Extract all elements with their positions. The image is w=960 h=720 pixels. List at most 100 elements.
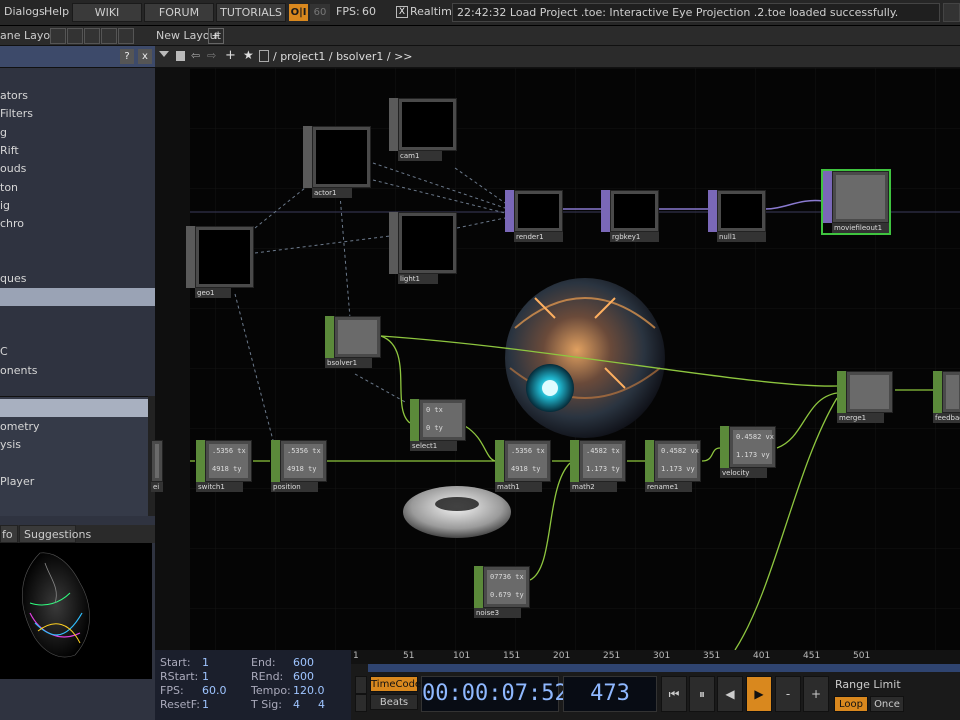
start-value[interactable]: 1 [202,656,209,669]
node-cam1[interactable]: cam1 [389,98,457,161]
chevron-down-icon[interactable] [159,51,169,57]
rstart-value[interactable]: 1 [202,670,209,683]
tsig-value-2[interactable]: 4 [318,698,325,711]
palette-item[interactable]: ators [0,87,155,105]
wiki-button[interactable]: WIKI [72,3,142,22]
palette-item[interactable]: onents [0,362,155,380]
menu-help[interactable]: Help [44,5,69,18]
node-feedback[interactable]: feedbac [933,371,960,423]
sublist-item[interactable] [0,455,148,473]
node-select1[interactable]: 0 tx 0 ty select1 [410,399,466,451]
once-button[interactable]: Once [870,696,904,712]
step-minus-button[interactable]: - [775,676,801,712]
sublist-item[interactable] [0,399,148,417]
node-math2[interactable]: .4582 tx 1.173 ty math2 [570,440,626,492]
layout-split-icon[interactable] [67,28,83,44]
add-icon[interactable]: + [225,48,236,63]
oi-toggle[interactable]: O|I [289,4,308,21]
node-rgbkey1[interactable]: rgbkey1 [601,190,659,242]
beats-side-icon[interactable] [355,694,367,712]
node-velocity[interactable]: 0.4582 vx 1.173 vy velocity [720,426,776,478]
network-editor[interactable]: cam1 actor1 light1 geo1 render1 rgbkey1 … [151,68,960,650]
step-plus-button[interactable]: + [803,676,829,712]
ruler-tick-label: 301 [653,651,671,661]
tab-suggestions[interactable]: Suggestions [19,525,91,543]
tempo-value[interactable]: 120.0 [293,684,325,697]
loop-button[interactable]: Loop [834,696,868,712]
palette-item[interactable]: Filters [0,105,155,123]
rewind-icon[interactable]: ⏮ [661,676,687,712]
forum-button[interactable]: FORUM [144,3,214,22]
play-icon[interactable]: ▶ [746,676,772,712]
timecode-button[interactable]: TimeCode [370,676,421,692]
message-menu-button[interactable] [943,3,960,22]
node-merge1[interactable]: merge1 [837,371,893,423]
layout-col-icon[interactable] [118,28,134,44]
sublist-item[interactable]: Player [0,473,148,491]
palette-item[interactable]: Rift [0,142,155,160]
network-path[interactable]: / project1 / bsolver1 / >> [273,50,413,63]
add-layout-button[interactable]: + [208,28,224,44]
help-button[interactable]: ? [120,49,134,64]
stop-icon[interactable] [176,51,185,61]
fps-setting-value[interactable]: 60.0 [202,684,227,697]
layout-single-icon[interactable] [50,28,66,44]
parent-icon[interactable] [259,50,269,62]
realtime-checkbox[interactable]: X [396,6,408,18]
end-value[interactable]: 600 [293,656,314,669]
palette-item[interactable]: ouds [0,160,155,178]
layout-quad-icon[interactable] [84,28,100,44]
palette-item[interactable]: C [0,343,155,361]
step-back-icon[interactable]: ◀ [717,676,743,712]
sublist-item[interactable]: ysis [0,436,148,454]
star-icon[interactable]: ★ [243,48,254,62]
preview-heart-image [22,552,90,658]
node-edge[interactable]: ei [151,440,167,492]
node-actor1[interactable]: actor1 [303,126,371,198]
node-geo1[interactable]: geo1 [186,226,254,298]
timecode-display[interactable]: 00:00:07:52 [421,676,568,712]
palette-item[interactable]: ton [0,179,155,197]
rend-value[interactable]: 600 [293,670,314,683]
ruler-tick-label: 251 [603,651,621,661]
node-switch1[interactable]: .5356 tx 4918 ty switch1 [196,440,252,492]
node-bsolver1[interactable]: bsolver1 [325,316,381,368]
palette-item[interactable] [0,233,155,251]
menu-dialogs[interactable]: Dialogs [4,5,45,18]
pause-icon[interactable]: ⏸ [689,676,715,712]
timeline-ruler[interactable]: 1 51 101 151 201 251 301 351 401 451 501 [351,650,960,664]
palette-item[interactable]: ig [0,197,155,215]
node-noise3[interactable]: 07736 tx 0.679 ty noise3 [474,566,530,618]
tsig-value-1[interactable]: 4 [293,698,300,711]
ruler-tick-label: 101 [453,651,471,661]
fps-label: FPS: [336,5,360,18]
palette-item[interactable]: chro [0,215,155,233]
tutorials-button[interactable]: TUTORIALS [216,3,286,22]
palette-item[interactable]: g [0,124,155,142]
close-palette-button[interactable]: x [138,49,152,64]
node-position[interactable]: .5356 tx 4918 ty position [271,440,327,492]
forward-icon[interactable]: ⇨ [207,49,216,62]
palette-item[interactable]: ques [0,270,155,288]
node-rename1[interactable]: 0.4582 vx 1.173 vy rename1 [645,440,701,492]
palette-item[interactable] [0,325,155,343]
back-icon[interactable]: ⇦ [191,49,200,62]
node-null1[interactable]: null1 [708,190,766,242]
resetf-value[interactable]: 1 [202,698,209,711]
palette-item[interactable] [0,288,155,307]
cook-rate-box[interactable]: 60 [310,4,330,21]
node-light1[interactable]: light1 [389,212,457,284]
tab-info[interactable]: fo [0,525,18,543]
frame-display[interactable]: 473 [563,676,657,712]
range-bar[interactable] [368,664,960,672]
sublist-item[interactable]: ometry [0,418,148,436]
network-left-strip [155,68,190,650]
node-render1[interactable]: render1 [505,190,563,242]
node-moviefileout1[interactable]: moviefileout1 [821,169,891,235]
beats-button[interactable]: Beats [370,694,418,710]
palette-item[interactable] [0,307,155,325]
timecode-side-icon[interactable] [355,676,367,694]
node-math1[interactable]: .5356 tx 4918 ty math1 [495,440,551,492]
layout-row-icon[interactable] [101,28,117,44]
palette-item[interactable] [0,252,155,270]
